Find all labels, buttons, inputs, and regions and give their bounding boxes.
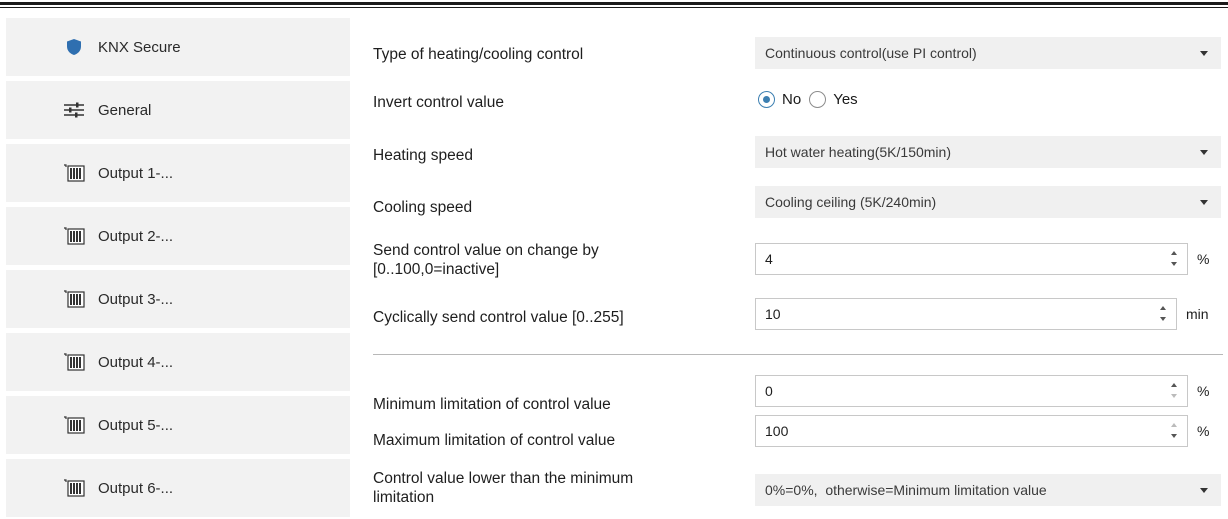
sidebar-item-output-2[interactable]: Output 2-... xyxy=(6,207,350,265)
invert-radio-group: No Yes xyxy=(758,91,866,108)
sidebar-item-label: Output 4-... xyxy=(98,353,174,371)
send-on-change-label: Send control value on change by [0..100,… xyxy=(373,241,599,279)
spin-arrows[interactable] xyxy=(1171,383,1179,401)
cyclic-send-unit: min xyxy=(1186,306,1209,322)
lower-than-min-dropdown[interactable]: 0%=0%, otherwise=Minimum limitation valu… xyxy=(755,474,1221,506)
sidebar-item-output-5[interactable]: Output 5-... xyxy=(6,396,350,454)
min-limit-label: Minimum limitation of control value xyxy=(373,396,611,413)
chevron-down-icon xyxy=(1200,51,1208,56)
sidebar-item-output-1[interactable]: Output 1-... xyxy=(6,144,350,202)
sidebar-item-output-6[interactable]: Output 6-... xyxy=(6,459,350,517)
dropdown-value: Cooling ceiling (5K/240min) xyxy=(765,194,937,210)
lower-than-min-label: Control value lower than the minimum lim… xyxy=(373,469,633,507)
sliders-icon xyxy=(62,99,86,121)
spin-arrows[interactable] xyxy=(1171,251,1179,269)
sidebar-item-label: Output 6-... xyxy=(98,479,174,497)
dropdown-value: Continuous control(use PI control) xyxy=(765,45,977,61)
sidebar-item-label: Output 5-... xyxy=(98,416,174,434)
heating-speed-label: Heating speed xyxy=(373,147,473,164)
heating-speed-dropdown[interactable]: Hot water heating(5K/150min) xyxy=(755,136,1221,168)
sidebar-item-general[interactable]: General xyxy=(6,81,350,139)
top-border xyxy=(0,2,1228,5)
min-limit-unit: % xyxy=(1197,383,1210,399)
input-value: 10 xyxy=(765,306,781,322)
chevron-down-icon xyxy=(1200,488,1208,493)
parameter-panel: Type of heating/cooling control Continuo… xyxy=(350,18,1228,519)
radio-no[interactable] xyxy=(758,91,775,108)
control-type-label: Type of heating/cooling control xyxy=(373,46,584,63)
sidebar-item-label: Output 3-... xyxy=(98,290,174,308)
actuator-icon xyxy=(62,477,86,499)
input-value: 100 xyxy=(765,423,789,439)
sidebar-item-output-4[interactable]: Output 4-... xyxy=(6,333,350,391)
actuator-icon xyxy=(62,414,86,436)
radio-yes-label[interactable]: Yes xyxy=(833,91,857,108)
spin-arrows[interactable] xyxy=(1171,423,1179,441)
lower-than-min-label-line2: limitation xyxy=(373,489,435,506)
spin-down-icon[interactable] xyxy=(1171,262,1177,266)
send-on-change-label-line1: Send control value on change by xyxy=(373,242,599,259)
sidebar: KNX Secure General Output 1-... Output 2… xyxy=(6,18,350,519)
dropdown-value: Hot water heating(5K/150min) xyxy=(765,144,951,160)
min-limit-input[interactable]: 0 xyxy=(755,375,1188,407)
cyclic-send-input[interactable]: 10 xyxy=(755,298,1177,330)
sidebar-item-label: Output 1-... xyxy=(98,164,174,182)
cyclic-send-label: Cyclically send control value [0..255] xyxy=(373,309,624,326)
spin-up-icon[interactable] xyxy=(1171,251,1177,255)
spin-up-icon[interactable] xyxy=(1160,306,1166,310)
actuator-icon xyxy=(62,162,86,184)
chevron-down-icon xyxy=(1200,200,1208,205)
section-divider xyxy=(373,354,1223,355)
lower-than-min-label-line1: Control value lower than the minimum xyxy=(373,470,634,487)
actuator-icon xyxy=(62,351,86,373)
top-border-thin xyxy=(0,7,1228,8)
sidebar-item-label: KNX Secure xyxy=(98,38,181,56)
spin-up-icon[interactable] xyxy=(1171,383,1177,387)
spin-arrows[interactable] xyxy=(1160,306,1168,324)
send-on-change-label-line2: [0..100,0=inactive] xyxy=(373,261,500,278)
spin-down-icon[interactable] xyxy=(1171,434,1177,438)
input-value: 4 xyxy=(765,251,773,267)
sidebar-item-label: General xyxy=(98,101,152,119)
invert-label: Invert control value xyxy=(373,94,504,111)
sidebar-item-label: Output 2-... xyxy=(98,227,174,245)
cooling-speed-dropdown[interactable]: Cooling ceiling (5K/240min) xyxy=(755,186,1221,218)
spin-up-icon[interactable] xyxy=(1171,423,1177,427)
radio-yes[interactable] xyxy=(809,91,827,108)
shield-icon xyxy=(62,36,86,58)
max-limit-label: Maximum limitation of control value xyxy=(373,432,616,449)
cooling-speed-label: Cooling speed xyxy=(373,199,473,216)
max-limit-unit: % xyxy=(1197,423,1210,439)
dropdown-value: 0%=0%, otherwise=Minimum limitation valu… xyxy=(765,482,1047,498)
send-on-change-unit: % xyxy=(1197,251,1210,267)
actuator-icon xyxy=(62,288,86,310)
radio-no-label[interactable]: No xyxy=(782,91,801,108)
send-on-change-input[interactable]: 4 xyxy=(755,243,1188,275)
sidebar-item-output-3[interactable]: Output 3-... xyxy=(6,270,350,328)
chevron-down-icon xyxy=(1200,150,1208,155)
sidebar-item-knx-secure[interactable]: KNX Secure xyxy=(6,18,350,76)
actuator-icon xyxy=(62,225,86,247)
spin-down-icon[interactable] xyxy=(1171,394,1177,398)
input-value: 0 xyxy=(765,383,773,399)
spin-down-icon[interactable] xyxy=(1160,317,1166,321)
control-type-dropdown[interactable]: Continuous control(use PI control) xyxy=(755,37,1221,69)
max-limit-input[interactable]: 100 xyxy=(755,415,1188,447)
